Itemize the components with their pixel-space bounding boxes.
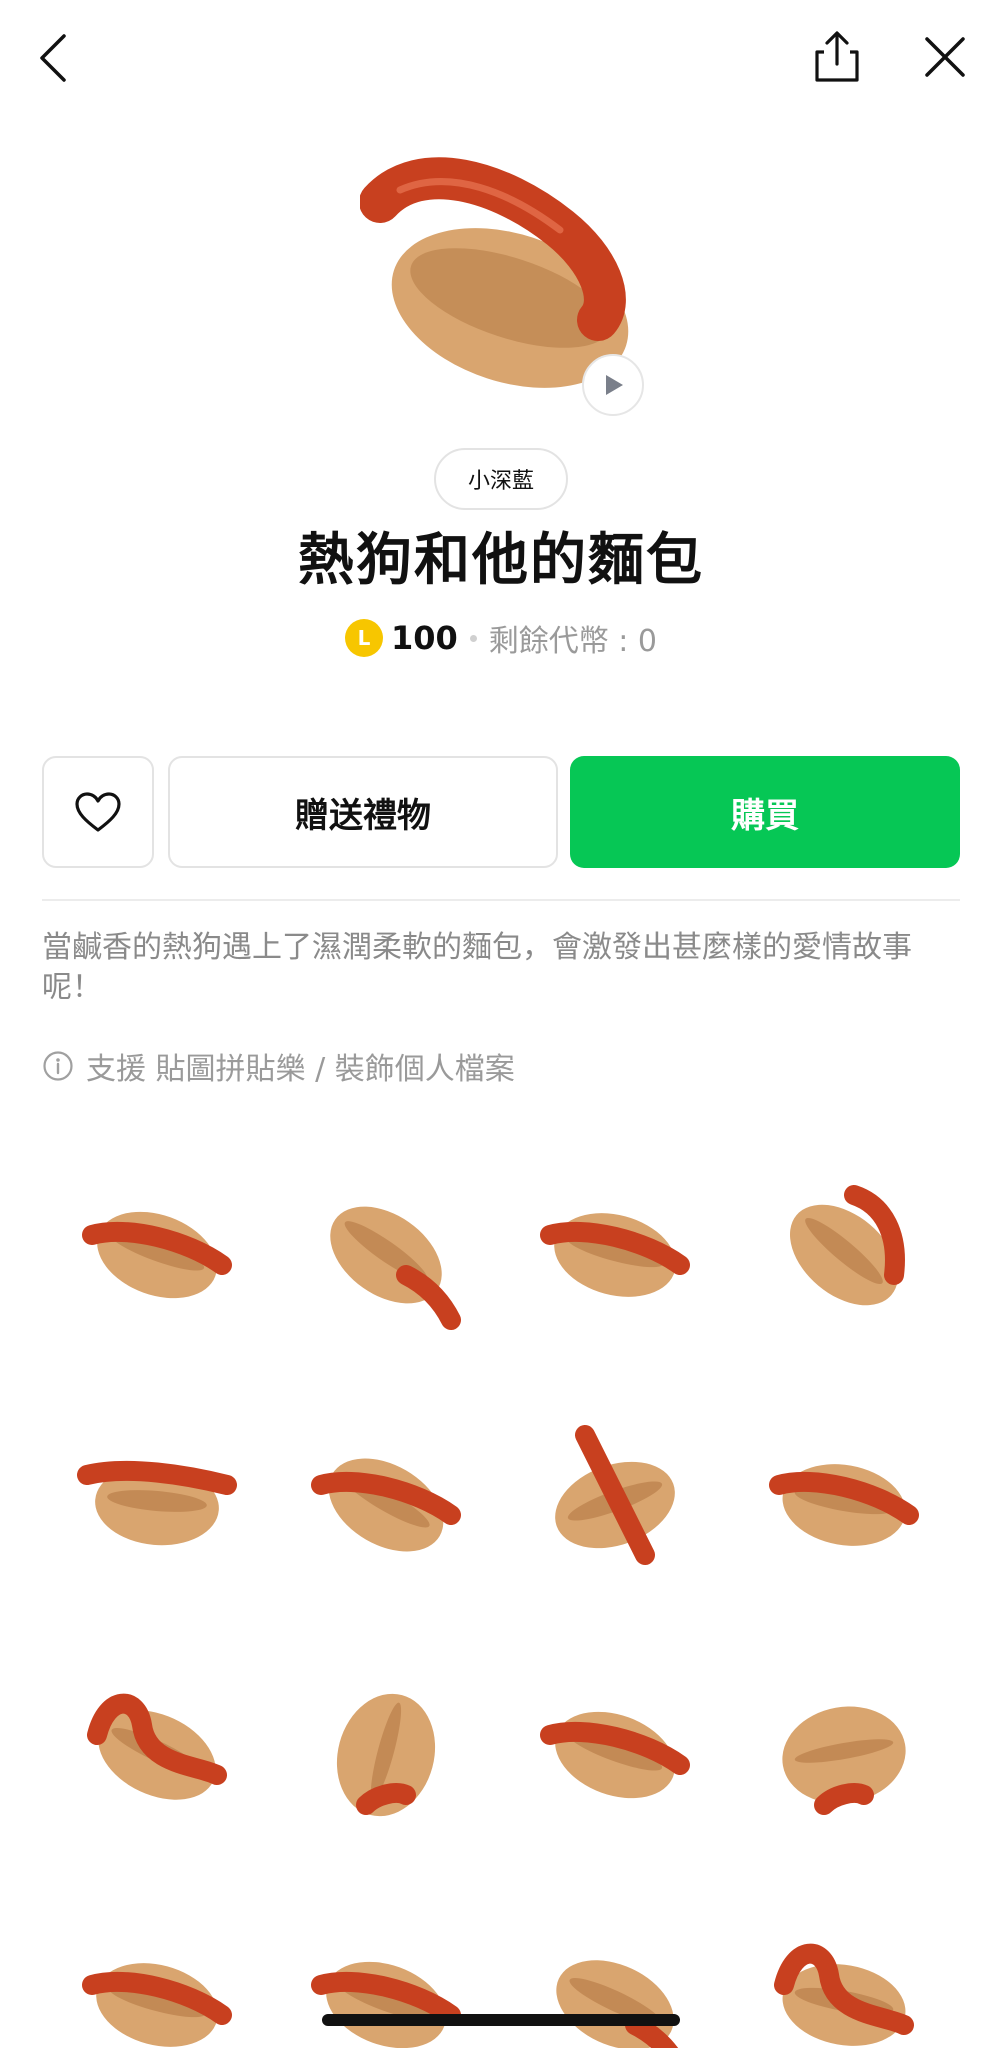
sticker-cell[interactable]	[42, 1370, 271, 1620]
sticker-grid	[42, 1120, 960, 2048]
sticker-cell[interactable]	[500, 1370, 729, 1620]
author-name: 小深藍	[467, 469, 534, 494]
send-gift-button[interactable]: 贈送禮物	[168, 756, 558, 868]
hotdog-sticker-14	[310, 1961, 461, 2048]
support-info: 支援 貼圖拼貼樂 / 裝飾個人檔案	[42, 1046, 515, 1087]
hotdog-sticker-6	[310, 1458, 461, 1552]
hotdog-sticker-1	[81, 1211, 232, 1299]
hotdog-sticker-12	[781, 1706, 906, 1815]
play-preview-button[interactable]	[582, 354, 644, 416]
author-chip[interactable]: 小深藍	[434, 448, 568, 510]
hotdog-sticker-2	[329, 1206, 461, 1330]
sticker-description: 當鹹香的熱狗遇上了濕潤柔軟的麵包，會激發出甚麼樣的愛情故事呢！	[42, 930, 912, 1005]
hotdog-sticker-15	[555, 1960, 678, 2048]
share-button[interactable]	[804, 22, 870, 92]
sticker-cell[interactable]	[271, 1370, 500, 1620]
sticker-cell[interactable]	[729, 1120, 958, 1370]
coin-balance: 剩餘代幣 : 0	[488, 624, 658, 659]
home-indicator[interactable]	[322, 2014, 680, 2026]
play-icon	[606, 375, 623, 395]
divider	[42, 899, 960, 901]
back-button[interactable]	[24, 24, 80, 92]
support-text: 支援 貼圖拼貼樂 / 裝飾個人檔案	[86, 1052, 515, 1087]
sticker-cell[interactable]	[42, 1120, 271, 1370]
separator-dot	[469, 634, 477, 642]
sticker-cell[interactable]	[729, 1620, 958, 1870]
sticker-title: 熱狗和他的麵包	[298, 528, 704, 593]
hotdog-sticker-7	[554, 1425, 675, 1565]
hotdog-sticker-11	[539, 1711, 690, 1799]
coin-icon: L	[344, 619, 383, 657]
close-icon	[925, 37, 965, 77]
hotdog-sticker-5	[76, 1460, 237, 1546]
hotdog-sticker-10	[336, 1693, 435, 1817]
sticker-cell[interactable]	[271, 1120, 500, 1370]
hotdog-sticker-13	[81, 1963, 232, 2047]
info-icon	[43, 1051, 73, 1081]
sticker-cell[interactable]	[42, 1620, 271, 1870]
sticker-cell[interactable]	[500, 1120, 729, 1370]
share-icon	[815, 31, 859, 82]
buy-button[interactable]: 購買	[570, 756, 960, 868]
hotdog-sticker-3	[539, 1213, 690, 1297]
chevron-left-icon	[40, 34, 66, 82]
favorite-button[interactable]	[42, 756, 154, 868]
heart-outline-icon	[75, 792, 121, 832]
sticker-cell[interactable]	[729, 1870, 958, 2048]
close-button[interactable]	[912, 24, 978, 90]
price-value: 100	[390, 619, 458, 657]
hotdog-sticker-4	[789, 1185, 905, 1306]
top-bar	[0, 0, 1002, 120]
hotdog-sticker-8	[768, 1464, 919, 1546]
sticker-cell[interactable]	[271, 1620, 500, 1870]
hotdog-sticker-16	[773, 1943, 914, 2046]
hotdog-sticker-9	[86, 1693, 227, 1800]
price-row: L 100 剩餘代幣 : 0	[0, 616, 1002, 660]
sticker-cell[interactable]	[42, 1870, 271, 2048]
sticker-cell[interactable]	[729, 1370, 958, 1620]
sticker-cell[interactable]	[500, 1620, 729, 1870]
